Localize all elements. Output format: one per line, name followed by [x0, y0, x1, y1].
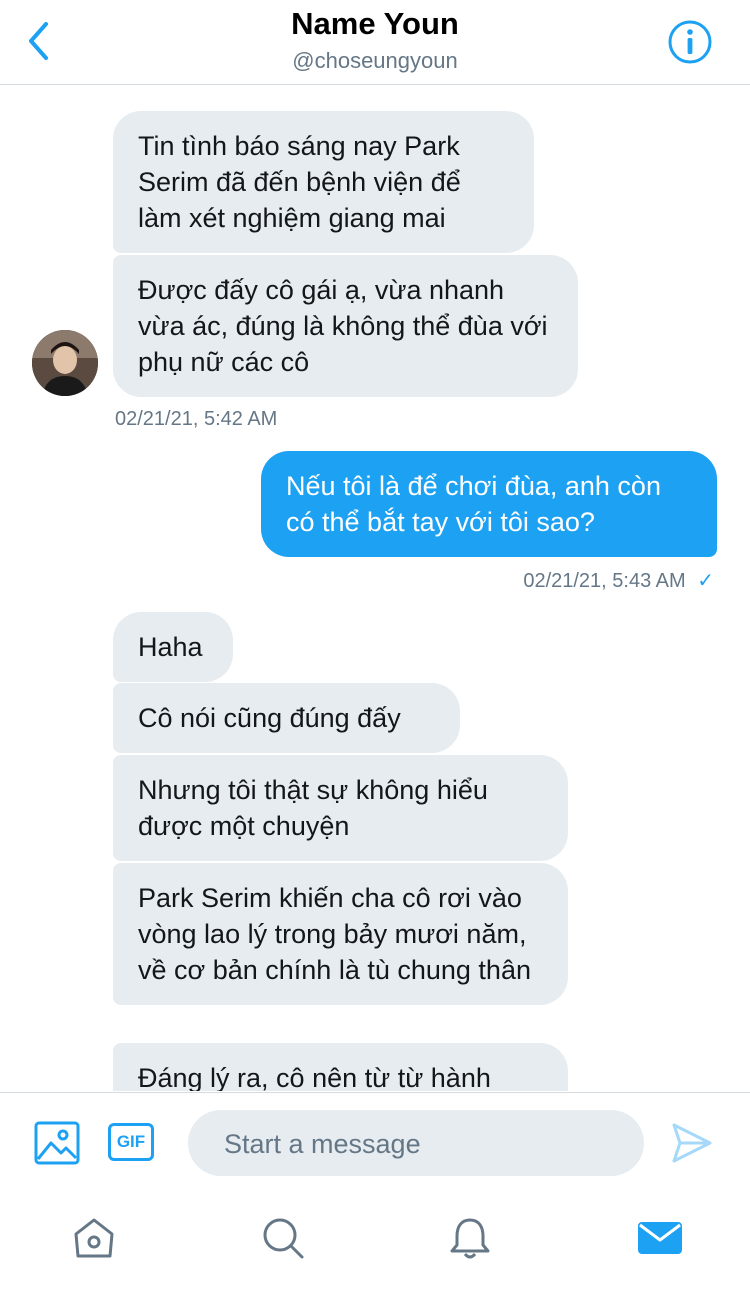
message-bubble[interactable]: Park Serim khiến cha cô rơi vào vòng lao… [113, 863, 568, 1005]
avatar-photo [32, 330, 98, 396]
message-bubble[interactable]: Nhưng tôi thật sự không hiểu được một ch… [113, 755, 568, 861]
conversation-title[interactable]: Name Youn [0, 6, 750, 42]
message-bubble[interactable]: Đáng lý ra, cô nên từ từ hành [113, 1043, 568, 1091]
message-input-container[interactable] [188, 1110, 644, 1178]
send-button[interactable] [670, 1121, 714, 1165]
message-bubble[interactable]: Cô nói cũng đúng đấy [113, 683, 460, 753]
message-composer: GIF [0, 1092, 750, 1193]
message-bubble[interactable]: Nếu tôi là để chơi đùa, anh còn có thể b… [261, 451, 717, 557]
message-input[interactable] [222, 1110, 626, 1178]
tab-notifications[interactable] [446, 1214, 494, 1262]
info-icon [668, 20, 712, 64]
image-icon [34, 1121, 80, 1165]
tab-messages[interactable] [636, 1214, 684, 1262]
message-bubble[interactable]: Tin tình báo sáng nay Park Serim đã đến … [113, 111, 534, 253]
timestamp: 02/21/21, 5:43 AM ✓ [523, 570, 714, 592]
search-icon [263, 1218, 304, 1259]
gif-button[interactable]: GIF [108, 1123, 154, 1161]
timestamp: 02/21/21, 5:42 AM [115, 408, 278, 430]
info-button[interactable] [666, 18, 714, 66]
tab-home[interactable] [70, 1214, 118, 1262]
message-list[interactable]: Tin tình báo sáng nay Park Serim đã đến … [0, 85, 750, 1091]
home-icon [74, 1218, 114, 1258]
message-bubble[interactable]: Haha [113, 612, 233, 682]
tab-search[interactable] [259, 1214, 307, 1262]
messages-icon [638, 1222, 682, 1254]
avatar[interactable] [32, 330, 98, 396]
read-check-icon: ✓ [697, 570, 714, 592]
conversation-handle[interactable]: @choseungyoun [0, 48, 750, 74]
tab-bar [0, 1192, 750, 1290]
send-icon [672, 1123, 712, 1163]
message-bubble[interactable]: Được đấy cô gái ạ, vừa nhanh vừa ác, đún… [113, 255, 578, 397]
notifications-icon [450, 1218, 490, 1259]
add-image-button[interactable] [34, 1121, 80, 1165]
conversation-header: Name Youn @choseungyoun [0, 0, 750, 85]
